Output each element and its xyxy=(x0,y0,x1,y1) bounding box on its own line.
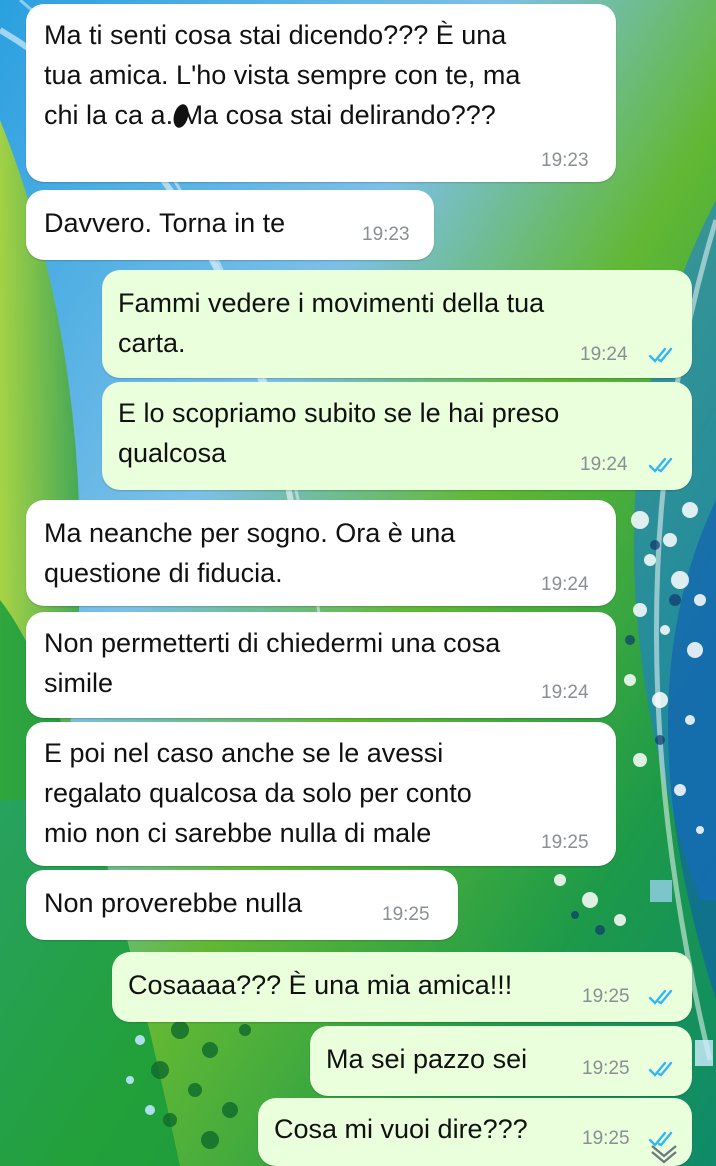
message-bubble-outgoing[interactable]: Fammi vedere i movimenti della tua carta… xyxy=(102,270,692,378)
message-time: 19:24 xyxy=(580,454,628,475)
message-text-line: qualcosa xyxy=(118,438,227,468)
message-time: 19:25 xyxy=(541,832,589,853)
message-bubble-outgoing[interactable]: E lo scopriamo subito se le hai preso qu… xyxy=(102,382,692,490)
message-bubble-incoming[interactable]: E poi nel caso anche se le avessi regala… xyxy=(26,722,616,866)
message-bubble-incoming[interactable]: Ma neanche per sogno. Ora è una question… xyxy=(26,500,616,606)
message-bubble-outgoing[interactable]: Cosaaaa??? È una mia amica!!! 19:25 xyxy=(112,952,692,1022)
message-text-line: Davvero. Torna in te xyxy=(44,208,286,238)
message-time: 19:25 xyxy=(382,904,430,925)
message-text-line: E poi nel caso anche se le avessi xyxy=(44,738,444,768)
message-time: 19:25 xyxy=(582,986,630,1007)
message-text-line: Cosaaaa??? È una mia amica!!! xyxy=(128,970,513,1000)
message-text-line: Non proverebbe nulla xyxy=(44,888,303,918)
message-text-line: E lo scopriamo subito se le hai preso xyxy=(118,398,560,428)
message-text-line: questione di fiducia. xyxy=(44,558,283,588)
message-text-line: tua amica. L'ho vista sempre con te, ma xyxy=(44,60,521,90)
chevron-down-icon[interactable] xyxy=(646,1140,682,1166)
message-bubble-incoming[interactable]: Davvero. Torna in te 19:23 xyxy=(26,190,434,260)
message-text-line: Cosa mi vuoi dire??? xyxy=(274,1114,528,1144)
message-time: 19:23 xyxy=(362,224,410,245)
double-check-icon xyxy=(648,457,673,473)
message-text-line: Non permetterti di chiedermi una cosa xyxy=(44,628,501,658)
message-time: 19:25 xyxy=(582,1128,630,1149)
message-time: 19:23 xyxy=(541,150,589,171)
message-time: 19:25 xyxy=(582,1058,630,1079)
message-text-line: carta. xyxy=(118,328,186,358)
double-check-icon xyxy=(648,347,673,363)
message-text-line: simile xyxy=(44,668,114,698)
message-time: 19:24 xyxy=(541,682,589,703)
message-text-line: mio non ci sarebbe nulla di male xyxy=(44,818,432,848)
double-check-icon xyxy=(648,1061,673,1077)
message-time: 19:24 xyxy=(580,344,628,365)
message-time: 19:24 xyxy=(541,574,589,595)
message-bubble-incoming[interactable]: Ma ti senti cosa stai dicendo??? È una t… xyxy=(26,4,616,182)
message-bubble-incoming[interactable]: Non permetterti di chiedermi una cosa si… xyxy=(26,612,616,718)
message-text-line: Ma ti senti cosa stai dicendo??? È una xyxy=(44,20,507,50)
double-check-icon xyxy=(648,989,673,1005)
message-text-line: chi la ca a. Ma cosa stai delirando??? xyxy=(44,100,496,130)
message-bubble-outgoing[interactable]: Ma sei pazzo sei 19:25 xyxy=(310,1026,692,1096)
message-bubble-outgoing[interactable]: Cosa mi vuoi dire??? 19:25 xyxy=(258,1098,692,1166)
message-text-line: regalato qualcosa da solo per conto xyxy=(44,778,472,808)
message-bubble-incoming[interactable]: Non proverebbe nulla 19:25 xyxy=(26,870,458,940)
message-text-line: Ma sei pazzo sei xyxy=(326,1044,528,1074)
message-text-line: Fammi vedere i movimenti della tua xyxy=(118,288,545,318)
message-text-line: Ma neanche per sogno. Ora è una xyxy=(44,518,456,548)
